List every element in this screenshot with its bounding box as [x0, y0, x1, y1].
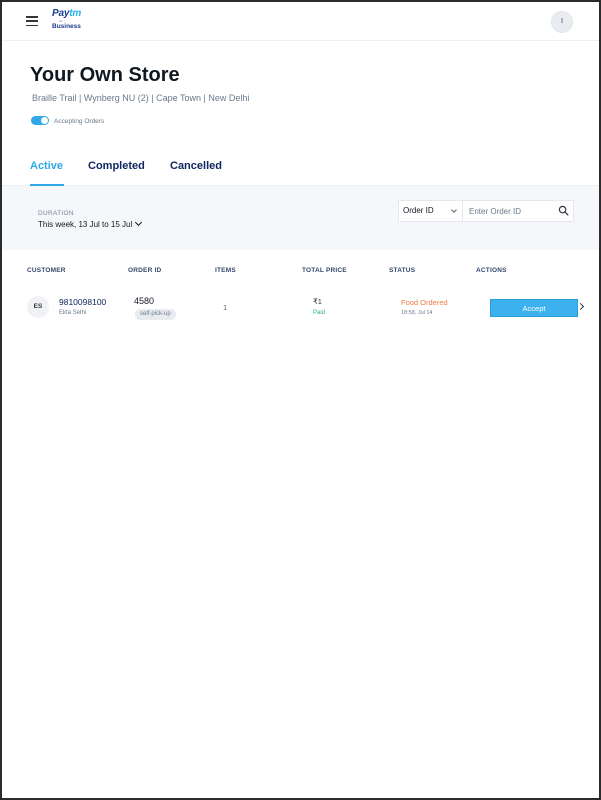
paytm-business-logo[interactable]: Paytm for Business [52, 9, 92, 35]
customer-avatar: ES [27, 296, 49, 318]
chevron-down-icon [451, 207, 457, 213]
column-header-actions: ACTIONS [476, 267, 507, 274]
item-count: 1 [223, 303, 228, 312]
column-header-total-price: TOTAL PRICE [302, 267, 347, 274]
order-status-time: 18:58, Jul 14 [401, 310, 433, 316]
filter-bar: DURATION This week, 13 Jul to 15 Jul Ord… [2, 186, 599, 250]
order-id: 4580 [134, 296, 155, 306]
logo-business-text: Business [52, 23, 81, 30]
column-header-items: ITEMS [215, 267, 236, 274]
logo-wordmark: Paytm [52, 8, 82, 19]
tab-completed[interactable]: Completed [88, 160, 145, 186]
toggle-knob [41, 117, 48, 124]
order-search-box: Order ID [398, 200, 574, 222]
tab-active[interactable]: Active [30, 160, 64, 186]
accepting-orders-label: Accepting Orders [54, 118, 105, 125]
duration-value: This week, 13 Jul to 15 Jul [38, 220, 133, 229]
search-type-value: Order ID [403, 206, 434, 215]
column-header-order-id: ORDER ID [128, 267, 162, 274]
order-id-search-input[interactable] [465, 202, 559, 220]
order-type-badge: self-pick-up [135, 309, 176, 320]
store-address: Braille Trail | Wynberg NU (2) | Cape To… [32, 93, 250, 103]
app-frame: Paytm for Business I Your Own Store Brai… [2, 2, 599, 798]
search-icon[interactable] [558, 205, 569, 216]
hamburger-menu-icon[interactable] [26, 16, 38, 27]
search-type-select[interactable]: Order ID [399, 201, 463, 221]
tab-cancelled[interactable]: Cancelled [170, 160, 222, 186]
payment-status: Paid [313, 310, 326, 316]
total-price: ₹1 [313, 297, 322, 306]
chevron-down-icon [135, 218, 143, 227]
accept-button[interactable]: Accept [490, 299, 578, 317]
order-tabs: Active Completed Cancelled [2, 152, 599, 186]
top-bar: Paytm for Business I [2, 2, 599, 41]
duration-label: DURATION [38, 210, 74, 217]
customer-name: Ekta Sethi [59, 310, 87, 316]
column-header-customer: CUSTOMER [27, 267, 66, 274]
table-row[interactable]: ES 9810098100 Ekta Sethi 4580 self-pick-… [2, 284, 599, 330]
page-title: Your Own Store [30, 64, 180, 86]
accepting-orders-toggle[interactable] [31, 116, 49, 125]
order-status: Food Ordered [401, 298, 448, 307]
customer-phone: 9810098100 [59, 297, 107, 307]
duration-dropdown[interactable]: This week, 13 Jul to 15 Jul [38, 218, 143, 229]
chevron-right-icon[interactable] [576, 302, 585, 311]
user-avatar[interactable]: I [551, 11, 573, 33]
column-header-status: STATUS [389, 267, 416, 274]
